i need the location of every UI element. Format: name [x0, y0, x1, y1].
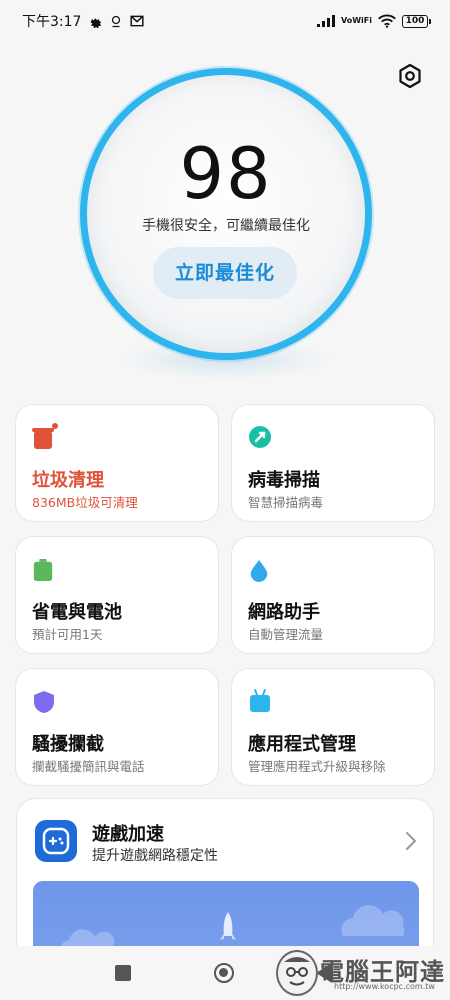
card-subtitle: 自動管理流量: [248, 627, 324, 642]
app-icon: [250, 689, 270, 712]
settings-button[interactable]: [396, 62, 424, 90]
watermark-url: http://www.kocpc.com.tw: [334, 982, 435, 991]
volte-wifi-icon: Vo WiFi: [341, 17, 372, 25]
card-title: 病毒掃描: [248, 470, 320, 491]
card-network[interactable]: 網路助手 自動管理流量: [231, 536, 435, 654]
score-subtitle: 手機很安全，可繼續最佳化: [142, 218, 310, 234]
card-title: 網路助手: [248, 602, 320, 623]
card-title: 省電與電池: [32, 602, 122, 623]
game-title: 遊戲加速: [92, 824, 164, 845]
card-junk-cleanup[interactable]: 垃圾清理 836MB垃圾可清理: [15, 404, 219, 522]
chevron-right-icon: [406, 832, 416, 850]
rocket-icon: [220, 912, 236, 940]
shield-icon: [34, 691, 54, 713]
hexagon-gear-icon: [399, 63, 421, 89]
water-drop-icon: [250, 559, 268, 582]
watermark-mascot-icon: [276, 950, 318, 996]
score-panel: 98 手機很安全，可繼續最佳化 立即最佳化: [80, 68, 372, 360]
card-app-manager[interactable]: 應用程式管理 管理應用程式升級與移除: [231, 668, 435, 786]
volte-top: Vo: [340, 16, 353, 25]
card-game-boost[interactable]: 遊戲加速 提升遊戲網路穩定性: [16, 798, 434, 958]
optimize-now-button[interactable]: 立即最佳化: [153, 247, 297, 299]
status-left: 下午3:17: [22, 11, 145, 31]
location-icon: [110, 15, 122, 28]
mail-icon: [130, 15, 145, 27]
status-right: Vo WiFi 100: [316, 14, 431, 28]
scan-icon: [249, 426, 271, 448]
recent-apps-button[interactable]: [115, 965, 131, 981]
battery-icon: [33, 559, 53, 581]
card-harassment-block[interactable]: 騷擾攔截 攔截騷擾簡訊與電話: [15, 668, 219, 786]
volte-bottom: WiFi: [352, 16, 372, 25]
card-title: 應用程式管理: [248, 734, 356, 755]
home-button[interactable]: [214, 963, 234, 983]
card-subtitle: 836MB垃圾可清理: [32, 495, 138, 510]
wifi-icon: [378, 14, 396, 28]
status-bar: 下午3:17 Vo WiFi 100: [0, 0, 450, 42]
trash-icon: [32, 423, 58, 449]
watermark: 電腦王阿達 http://www.kocpc.com.tw: [276, 950, 446, 998]
card-subtitle: 智慧掃描病毒: [248, 495, 324, 510]
gamepad-icon: [35, 820, 77, 862]
card-subtitle: 管理應用程式升級與移除: [248, 759, 386, 774]
card-battery[interactable]: 省電與電池 預計可用1天: [15, 536, 219, 654]
card-subtitle: 預計可用1天: [32, 627, 103, 642]
card-title: 騷擾攔截: [32, 734, 104, 755]
game-subtitle: 提升遊戲網路穩定性: [92, 848, 218, 864]
battery-indicator: 100: [402, 14, 431, 28]
card-virus-scan[interactable]: 病毒掃描 智慧掃描病毒: [231, 404, 435, 522]
card-title: 垃圾清理: [32, 470, 104, 491]
status-time: 下午3:17: [22, 14, 82, 30]
signal-icon: [316, 15, 335, 27]
card-subtitle: 攔截騷擾簡訊與電話: [32, 759, 145, 774]
gear-small-icon: [89, 15, 102, 28]
cloud-icon: [341, 905, 405, 936]
score-ring: 98 手機很安全，可繼續最佳化 立即最佳化: [80, 68, 372, 360]
security-score: 98: [179, 133, 273, 215]
